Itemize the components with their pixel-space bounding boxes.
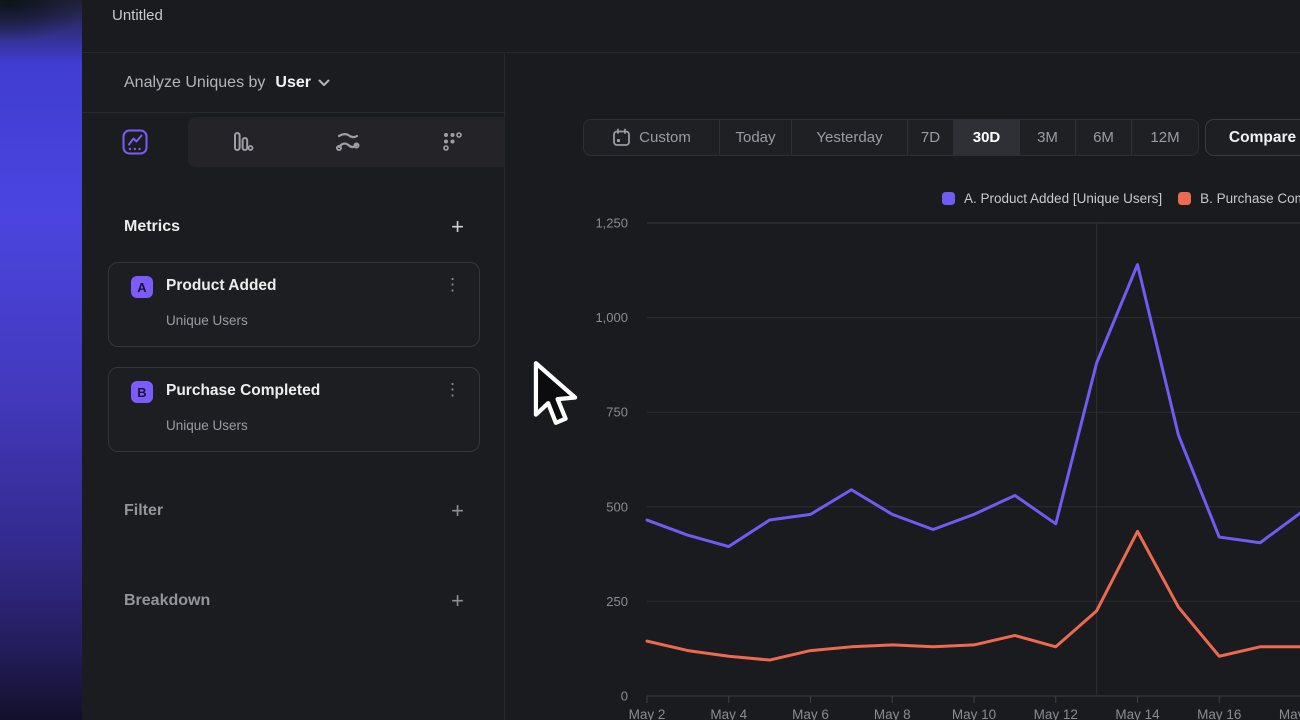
- report-title[interactable]: Untitled: [112, 6, 163, 26]
- x-axis-label: May 16: [1197, 707, 1241, 720]
- tab-flow-chart[interactable]: [294, 117, 400, 167]
- metric-subtitle[interactable]: Unique Users: [166, 418, 248, 433]
- timerange-control: Custom Today Yesterday 7D 30D 3M 6M 12M: [583, 119, 1199, 156]
- metric-card-product-added[interactable]: A Product Added Unique Users ⋮: [108, 262, 480, 347]
- calendar-icon: [612, 128, 631, 147]
- timerange-yesterday[interactable]: Yesterday: [791, 120, 907, 155]
- y-axis-label: 1,000: [595, 310, 628, 325]
- chart-type-tab-panel: [188, 117, 505, 167]
- breakdown-title: Breakdown: [124, 592, 210, 610]
- x-axis-label: May 6: [792, 707, 829, 720]
- x-axis-label: May 4: [710, 707, 747, 720]
- timerange-today[interactable]: Today: [719, 120, 791, 155]
- filter-title: Filter: [124, 502, 163, 520]
- metric-card-purchase-completed[interactable]: B Purchase Completed Unique Users ⋮: [108, 367, 480, 452]
- x-axis-label: May 18: [1279, 707, 1300, 720]
- app-header: [82, 0, 1300, 53]
- metric-options-button[interactable]: ⋮: [444, 380, 461, 400]
- x-axis-label: May 2: [629, 707, 666, 720]
- metric-title: Purchase Completed: [166, 382, 320, 400]
- tab-retention-grid[interactable]: [399, 117, 505, 167]
- series-line[interactable]: [647, 531, 1300, 660]
- y-axis-label: 250: [606, 594, 628, 609]
- analyze-entity-dropdown[interactable]: User: [275, 74, 330, 92]
- y-axis-label: 500: [606, 499, 628, 514]
- metrics-title: Metrics: [124, 218, 180, 236]
- metrics-header: Metrics +: [124, 215, 464, 239]
- timerange-30d[interactable]: 30D: [953, 120, 1019, 155]
- x-axis-label: May 12: [1034, 707, 1078, 720]
- y-axis-label: 0: [621, 689, 628, 704]
- tab-bar-chart[interactable]: [188, 117, 294, 167]
- x-axis-label: May 8: [874, 707, 911, 720]
- retention-grid-icon: [438, 128, 466, 156]
- timerange-label: Custom: [639, 129, 691, 146]
- timerange-3m[interactable]: 3M: [1019, 120, 1075, 155]
- analyze-entity-value: User: [275, 74, 311, 92]
- analyze-row: Analyze Uniques by User: [82, 53, 505, 113]
- flow-chart-icon: [332, 128, 362, 156]
- series-line[interactable]: [647, 265, 1300, 547]
- bar-chart-icon: [227, 128, 255, 156]
- metric-options-button[interactable]: ⋮: [444, 275, 461, 295]
- x-axis-label: May 14: [1115, 707, 1160, 720]
- compare-button[interactable]: Compare: [1205, 119, 1300, 156]
- filter-section: Filter +: [124, 499, 464, 523]
- timerange-7d[interactable]: 7D: [907, 120, 953, 155]
- timerange-12m[interactable]: 12M: [1131, 120, 1198, 155]
- add-breakdown-button[interactable]: +: [451, 590, 464, 612]
- metric-badge-a: A: [131, 276, 153, 298]
- y-axis-label: 750: [606, 405, 628, 420]
- add-metric-button[interactable]: +: [451, 216, 464, 238]
- metric-subtitle[interactable]: Unique Users: [166, 313, 248, 328]
- trend-chart[interactable]: 0 250 500 750 1,000 1,250 May 2 May 4 May 6 May 8…: [560, 185, 1300, 720]
- line-chart-canvas[interactable]: 0 250 500 750 1,000 1,250 May 2 May 4 May 6 May 8…: [560, 185, 1300, 720]
- metric-badge-b: B: [131, 381, 153, 403]
- breakdown-section: Breakdown +: [124, 589, 464, 613]
- chevron-down-icon: [318, 79, 330, 87]
- app-screen: { "window": { "title": "Untitled" }, "ic…: [0, 0, 1300, 720]
- x-axis-label: May 10: [952, 707, 996, 720]
- timerange-custom[interactable]: Custom: [584, 120, 719, 155]
- timerange-6m[interactable]: 6M: [1075, 120, 1131, 155]
- background-gradient-strip: [0, 0, 82, 720]
- y-axis-label: 1,250: [595, 216, 628, 231]
- tab-line-chart[interactable]: [82, 117, 188, 167]
- add-filter-button[interactable]: +: [451, 500, 464, 522]
- line-chart-icon: [121, 128, 149, 156]
- analyze-label: Analyze Uniques by: [124, 74, 265, 92]
- metric-title: Product Added: [166, 277, 277, 295]
